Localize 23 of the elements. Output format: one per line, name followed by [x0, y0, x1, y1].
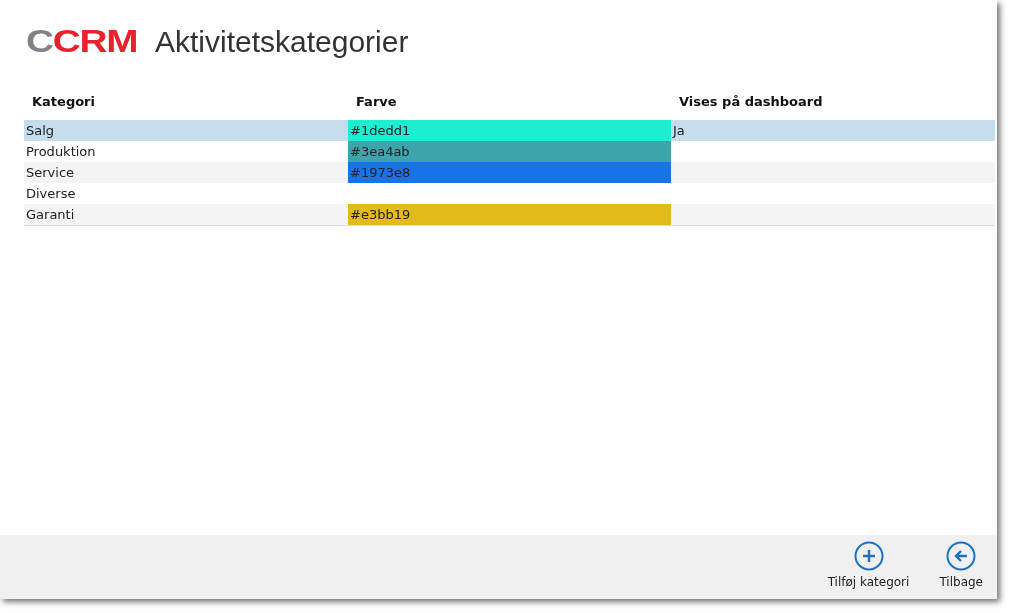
column-header: Vises på dashboard [678, 94, 824, 111]
page-title: Aktivitetskategorier [155, 25, 409, 59]
table-row[interactable]: Diverse [24, 183, 995, 204]
color-swatch-cell: #1dedd1 [348, 120, 671, 141]
table-cell-text: Produktion [25, 143, 97, 161]
app-bar-button[interactable]: Tilføj kategori [823, 535, 914, 599]
plus-icon [853, 541, 884, 571]
color-swatch-cell: #1973e8 [348, 162, 671, 183]
logo: CCRM [26, 24, 138, 60]
column-header: Farve [355, 94, 398, 111]
table-row[interactable]: Garanti #e3bb19 [24, 204, 995, 226]
column-header: Kategori [31, 94, 96, 111]
color-swatch-cell: #e3bb19 [348, 204, 671, 225]
table-cell-text: Ja [671, 122, 686, 140]
table-cell-text: Garanti [25, 206, 76, 224]
app-bar-button[interactable]: Tilbage [935, 535, 987, 599]
table-row[interactable]: Service #1973e8 [24, 162, 995, 183]
color-swatch-cell: #3ea4ab [348, 141, 671, 162]
table-cell-text: Salg [25, 122, 56, 140]
table-cell-text: Service [25, 164, 76, 182]
table-row[interactable]: Salg #1dedd1 Ja [24, 120, 995, 141]
table-cell-text: Diverse [25, 185, 77, 203]
table-row[interactable]: Produktion #3ea4ab [24, 141, 995, 162]
